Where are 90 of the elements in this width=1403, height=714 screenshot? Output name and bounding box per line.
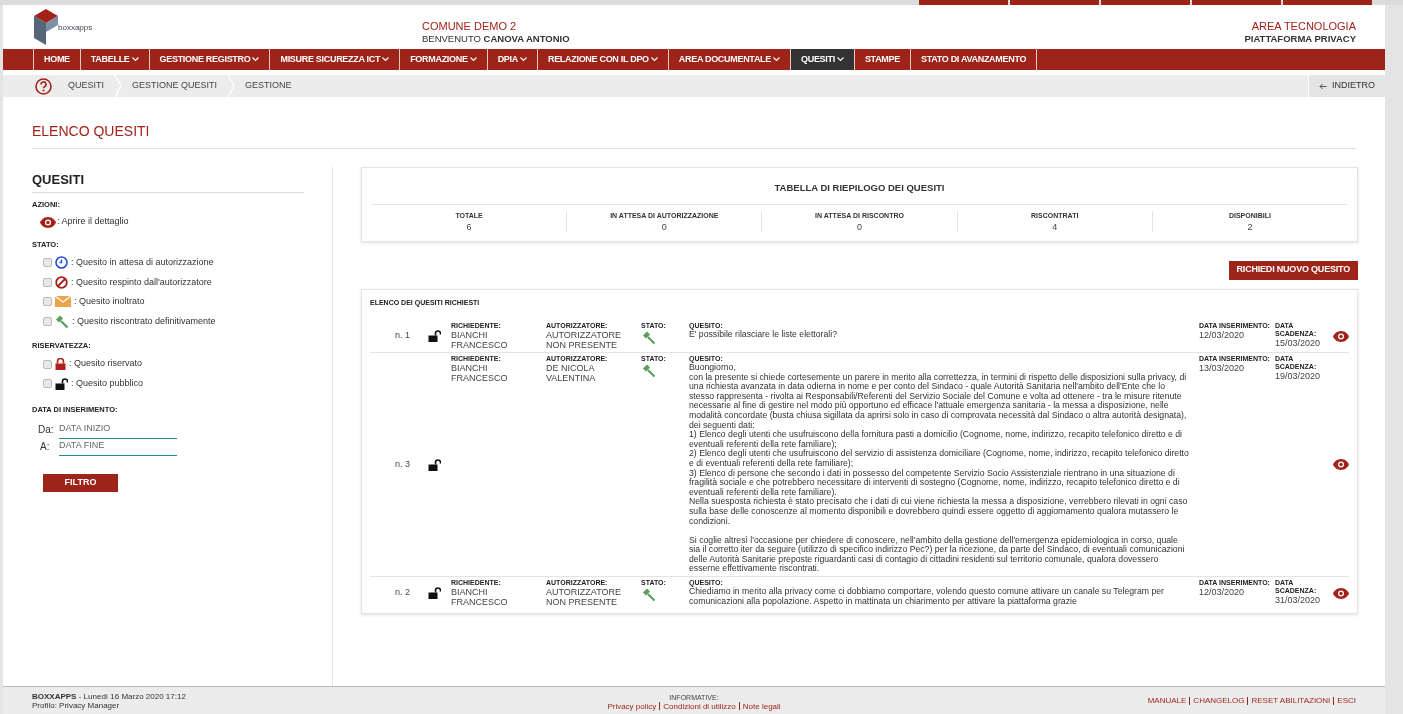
breadcrumb-link[interactable]: QUESITI: [62, 79, 110, 93]
top-tab[interactable]: [1010, 0, 1099, 5]
envelope-icon: [55, 296, 71, 308]
stat-value: 6: [466, 221, 472, 232]
footer-info: BOXXAPPS - Lunedì 16 Marzo 2020 17:12: [32, 691, 187, 701]
eye-icon: [40, 216, 56, 228]
field-label: A:: [39, 439, 51, 454]
legend-text: : Aprire il dettaglio: [57, 215, 129, 229]
question-text: Chiediamo in merito alla privacy come ci dobbiamo comportare, volendo questo comune attivare un canale su Telegram per comunicazioni alla popolazione. Aspetto in mattinata un chiarimento per attivare la piattaforma grazie: [689, 587, 1165, 607]
footer-link[interactable]: Condizioni di utilizzo: [663, 701, 736, 711]
chevron-down-icon: [836, 57, 844, 62]
welcome-text: BENVENUTO CANOVA ANTONIO: [422, 32, 571, 45]
organization-name: COMUNE DEMO 2: [422, 19, 518, 33]
platform-name: PIATTAFORMA PRIVACY: [1244, 32, 1356, 45]
checkbox[interactable]: [43, 379, 52, 388]
footer-link[interactable]: ESCI: [1337, 694, 1356, 707]
question-text: Buongiorno, con la presente si chiede cortesemente un parere in merito alla correttezza, in termini di rispetto delle disposizioni sulla privacy, di una richiesta avanzata in data odierna in nome e per conto del Sindaco - quale Autorità Sanitaria nell'ambito dell'Ente che lo stesso rappresenta - rivolta ai Responsabili/Referenti del Servizio Sociale del Comune e volta ad ottenere - tra le misure ritenute necessarie al fine di gestire nel modo più opportuno ed efficace l'attuale emergenza sanitaria - la messa a disposizione, nelle modalità concordate (busta chiusa sigillata da aprirsi solo in caso di comprovata necessità dal Sindaco o altra autorità designata), dei seguenti dati: 1) Elenco degli utenti che usufruiscono della fornitura pasti a domicilio (Cognome, nome, indirizzo, recapito telefonico diretto e di eventuali referenti della rete familiare); 2) Elenco degli utenti che usufruiscono del servizio di assistenza domiciliare (Cognome, nome, indirizzo, recapito telefonico diretto e di eventuali referenti della rete familiare); 3) Elenco di persone che secondo i dati in possesso del competente Servizio Socio Assistenziale rientrano in una situazione di fragilità sociale e che potrebbero necessitare di interventi di sostegno (Cognome, nome, indirizzo, recapito telefonico diretto e di eventuali referenti della rete familiare). Nella suesposta richiesta è stato precisato che i dati di cui viene richiesta la messa a disposizione, verrebbero rilevati in ogni caso sulla base delle conoscenze al momento disponibili e dovrebbero quindi essere oggetto di aggiornamento qualora mutassero le condizioni. Si coglie altresì l'occasione per chiedere di conoscere, nell'ambito della gestione dell'emergenza epidemiologica in corso, quale sia il corretto iter da seguire (utilizzo di specifico indirizzo Pec?) per la ricezione, da parte del Sindaco, di eventuali comunicazioni delle Autorità Sanitarie preposte riguardanti casi di contagio di cittadini residenti sul territorio comunale, qualora dovessero esserne effettivamente riscontrati.: [689, 363, 1189, 575]
checkbox[interactable]: [43, 258, 52, 268]
chevron-down-icon: [252, 57, 260, 62]
top-tab[interactable]: [1192, 0, 1281, 5]
chevron-down-icon: [650, 57, 658, 62]
eye-icon[interactable]: [1333, 587, 1349, 599]
stat-value: 2: [1247, 221, 1253, 232]
checkbox-label: : Quesito respinto dall'autorizzatore: [71, 275, 212, 289]
checkbox-label: : Quesito in attesa di autorizzazione: [71, 256, 214, 269]
top-tab[interactable]: [1283, 0, 1372, 5]
checkbox[interactable]: [43, 277, 52, 287]
nav-tab[interactable]: STATO DI AVANZAMENTO: [909, 49, 1038, 70]
eye-icon[interactable]: [1333, 330, 1349, 342]
chevron-down-icon: [469, 57, 477, 62]
filter-button[interactable]: FILTRO: [43, 473, 118, 492]
chevron-down-icon: [519, 57, 527, 62]
row-number: n. 1: [394, 329, 410, 343]
field-value: 31/03/2020: [1275, 595, 1322, 606]
field-label: Da:: [38, 422, 54, 437]
nav-tab[interactable]: QUESITI: [790, 49, 854, 70]
field-value: 15/03/2020: [1275, 338, 1322, 348]
footer-link[interactable]: MANUALE: [1147, 694, 1187, 707]
field-value: BIANCHI FRANCESCO: [451, 363, 509, 383]
field-value: 19/03/2020: [1275, 371, 1322, 381]
sidebar-title: QUESITI: [32, 172, 84, 187]
checkbox-label: : Quesito inoltrato: [74, 295, 145, 308]
field-value: AUTORIZZATORE NON PRESENTE: [546, 330, 622, 350]
checkbox-label: : Quesito pubblico: [71, 376, 144, 390]
lock-icon: [55, 358, 66, 370]
date-field[interactable]: DATA FINE: [59, 439, 177, 456]
top-tab[interactable]: [1101, 0, 1190, 5]
breadcrumb-link[interactable]: GESTIONE QUESITI: [126, 79, 224, 93]
footer-link[interactable]: CHANGELOG: [1193, 694, 1245, 707]
eye-icon[interactable]: [1333, 459, 1349, 471]
field-value: BIANCHI FRANCESCO: [451, 587, 509, 608]
question-text: E' possibile rilasciare le liste elettorali?: [689, 330, 838, 340]
date-field[interactable]: DATA INIZIO: [59, 422, 177, 439]
checkbox[interactable]: [43, 297, 52, 307]
field-value: AUTORIZZATORE NON PRESENTE: [546, 587, 622, 608]
chevron-down-icon: [131, 57, 139, 62]
checkbox-label: : Quesito riservato: [69, 357, 143, 371]
arrow-left-icon: [1319, 82, 1327, 90]
field-value: 12/03/2020: [1199, 587, 1246, 598]
checkbox[interactable]: [43, 316, 52, 326]
checkbox[interactable]: [43, 359, 52, 369]
row-number: n. 2: [394, 586, 410, 600]
logo-text: boxxapps: [58, 22, 93, 34]
clock-icon: [55, 256, 68, 270]
row-number: n. 3: [394, 457, 410, 471]
area-name: AREA TECNOLOGIA: [1251, 19, 1356, 33]
gavel-icon: [55, 314, 69, 328]
stat-value: 0: [857, 221, 862, 232]
checkbox-label: : Quesito riscontrato definitivamente: [72, 314, 216, 328]
help-icon[interactable]: [35, 77, 52, 95]
field-value: 12/03/2020: [1199, 330, 1246, 340]
new-question-button[interactable]: RICHIEDI NUOVO QUESITO: [1228, 260, 1358, 280]
footer-link[interactable]: RESET ABILITAZIONI: [1251, 694, 1331, 707]
back-button[interactable]: INDIETRO: [1308, 75, 1385, 97]
summary-title: TABELLA DI RIEPILOGO DEI QUESITI: [774, 182, 945, 193]
stat-value: 4: [1052, 221, 1058, 232]
breadcrumb-link[interactable]: GESTIONE: [239, 79, 298, 93]
footer-link[interactable]: Note legali: [742, 701, 781, 711]
chevron-down-icon: [773, 57, 780, 62]
field-value: BIANCHI FRANCESCO: [451, 330, 509, 350]
unlock-icon: [55, 377, 68, 390]
profile-text: Profilo: Privacy Manager: [32, 700, 121, 710]
top-tab[interactable]: [919, 0, 1008, 5]
field-value: 13/03/2020: [1199, 363, 1246, 373]
page-title: ELENCO QUESITI: [32, 123, 150, 139]
footer-link[interactable]: Privacy policy: [607, 701, 657, 711]
stat-value: 0: [661, 221, 667, 232]
chevron-down-icon: [382, 57, 390, 62]
ban-icon: [55, 275, 68, 289]
field-value: DE NICOLA VALENTINA: [546, 363, 597, 383]
